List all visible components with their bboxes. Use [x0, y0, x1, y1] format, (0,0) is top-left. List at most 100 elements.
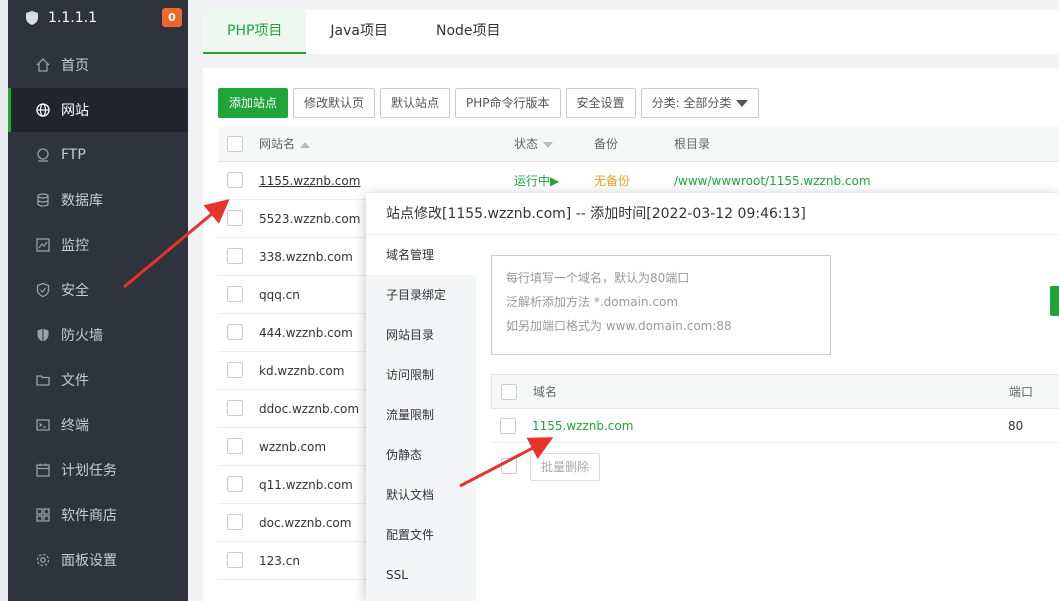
table-row: 1155.wzznb.com 80: [491, 409, 1059, 443]
edit-default-page-button[interactable]: 修改默认页: [293, 88, 376, 118]
sort-desc-icon: [543, 141, 554, 148]
site-edit-dialog: 站点修改[1155.wzznb.com] -- 添加时间[2022-03-12 …: [366, 193, 1059, 601]
window-edge: [0, 0, 8, 601]
domain-input[interactable]: 每行填写一个域名，默认为80端口 泛解析添加方法 *.domain.com 如另…: [491, 255, 831, 355]
row-checkbox[interactable]: [227, 514, 243, 530]
tab-java[interactable]: Java项目: [306, 10, 412, 54]
globe-icon: [35, 102, 51, 118]
domain-link[interactable]: 1155.wzznb.com: [532, 409, 633, 443]
sidebar-item-label: 终端: [61, 418, 89, 434]
site-name-link[interactable]: 1155.wzznb.com: [259, 162, 360, 200]
add-site-button[interactable]: 添加站点: [218, 88, 289, 118]
logo-shield-icon: [26, 11, 38, 25]
default-site-button[interactable]: 默认站点: [380, 88, 451, 118]
nav-traffic-limit[interactable]: 流量限制: [366, 395, 476, 435]
tab-node[interactable]: Node项目: [412, 10, 525, 54]
sidebar-item-website[interactable]: 网站: [8, 88, 188, 132]
sidebar-item-cron[interactable]: 计划任务: [8, 448, 188, 492]
toolbar: 添加站点 修改默认页 默认站点 PHP命令行版本 安全设置 分类: 全部分类: [218, 88, 760, 118]
domain-table-header: 域名 端口: [491, 374, 1059, 409]
nav-site-directory[interactable]: 网站目录: [366, 315, 476, 355]
sidebar-item-terminal[interactable]: 终端: [8, 403, 188, 447]
nav-default-document[interactable]: 默认文档: [366, 475, 476, 515]
sidebar-item-label: 监控: [61, 238, 89, 254]
site-name-link[interactable]: ddoc.wzznb.com: [259, 390, 359, 428]
row-checkbox[interactable]: [227, 362, 243, 378]
terminal-icon: [35, 417, 51, 433]
shield-icon: [35, 282, 51, 298]
row-checkbox[interactable]: [227, 172, 243, 188]
add-domain-button[interactable]: [1050, 286, 1059, 316]
gear-icon: [35, 552, 51, 568]
sidebar-item-home[interactable]: 首页: [8, 43, 188, 87]
site-name-link[interactable]: 123.cn: [259, 542, 300, 580]
placeholder-line: 如另加端口格式为 www.domain.com:88: [506, 319, 732, 333]
monitor-icon: [35, 237, 51, 253]
site-name-link[interactable]: doc.wzznb.com: [259, 504, 351, 542]
row-checkbox[interactable]: [500, 418, 516, 434]
batch-select-checkbox[interactable]: [501, 458, 517, 474]
sort-asc-icon: [300, 141, 311, 148]
dialog-title: 站点修改[1155.wzznb.com] -- 添加时间[2022-03-12 …: [366, 193, 1059, 235]
select-all-checkbox[interactable]: [227, 136, 243, 152]
firewall-icon: [35, 327, 51, 343]
folder-icon: [35, 372, 51, 388]
sidebar-item-label: 计划任务: [61, 463, 117, 479]
sidebar-item-firewall[interactable]: 防火墙: [8, 313, 188, 357]
row-checkbox[interactable]: [227, 438, 243, 454]
sidebar-item-label: 首页: [61, 58, 89, 74]
category-select[interactable]: 分类: 全部分类: [640, 88, 760, 118]
home-icon: [35, 57, 51, 73]
sidebar-item-database[interactable]: 数据库: [8, 178, 188, 222]
sidebar-item-label: 安全: [61, 283, 89, 299]
row-checkbox[interactable]: [227, 210, 243, 226]
sidebar-item-app-store[interactable]: 软件商店: [8, 493, 188, 537]
apps-icon: [35, 507, 51, 523]
site-name-link[interactable]: qqq.cn: [259, 276, 300, 314]
ftp-icon: [35, 147, 51, 163]
nav-ssl[interactable]: SSL: [366, 555, 476, 595]
nav-access-restriction[interactable]: 访问限制: [366, 355, 476, 395]
row-checkbox[interactable]: [227, 552, 243, 568]
domain-port: 80: [1008, 419, 1024, 433]
placeholder-line: 每行填写一个域名，默认为80端口: [506, 271, 690, 285]
column-header-name[interactable]: 网站名: [259, 126, 311, 162]
sidebar-item-label: FTP: [61, 147, 86, 163]
row-checkbox[interactable]: [227, 286, 243, 302]
site-name-link[interactable]: kd.wzznb.com: [259, 352, 344, 390]
site-name-link[interactable]: 338.wzznb.com: [259, 238, 353, 276]
sidebar-item-monitor[interactable]: 监控: [8, 223, 188, 267]
sidebar-item-label: 数据库: [61, 193, 103, 209]
batch-delete-button[interactable]: 批量删除: [530, 453, 601, 481]
sidebar-item-label: 面板设置: [61, 553, 117, 569]
nav-rewrite[interactable]: 伪静态: [366, 435, 476, 475]
row-checkbox[interactable]: [227, 400, 243, 416]
site-name-link[interactable]: 5523.wzznb.com: [259, 200, 360, 238]
sidebar-item-panel-settings[interactable]: 面板设置: [8, 538, 188, 582]
tab-php[interactable]: PHP项目: [203, 10, 307, 54]
column-header-status[interactable]: 状态: [514, 126, 554, 162]
sidebar-item-security[interactable]: 安全: [8, 268, 188, 312]
php-cli-version-button[interactable]: PHP命令行版本: [455, 88, 561, 118]
sidebar-item-ftp[interactable]: FTP: [8, 133, 188, 177]
server-ip: 1.1.1.1: [48, 10, 97, 26]
column-header-backup: 备份: [594, 137, 619, 151]
nav-config-file[interactable]: 配置文件: [366, 515, 476, 555]
column-header-root: 根目录: [674, 137, 711, 151]
select-all-domains-checkbox[interactable]: [501, 384, 517, 400]
site-table-header: 网站名 状态 备份 根目录: [218, 126, 1059, 162]
site-name-link[interactable]: wzznb.com: [259, 428, 326, 466]
site-name-link[interactable]: 444.wzznb.com: [259, 314, 353, 352]
security-settings-button[interactable]: 安全设置: [565, 88, 636, 118]
row-checkbox[interactable]: [227, 324, 243, 340]
nav-domain-management[interactable]: 域名管理: [366, 235, 476, 275]
site-name-link[interactable]: q11.wzznb.com: [259, 466, 353, 504]
notification-badge[interactable]: 0: [162, 8, 182, 27]
chevron-down-icon: [736, 100, 749, 107]
sidebar: 1.1.1.1 0 首页 网站 FTP 数据库 监控 安全 防火墙 文件 终端 …: [0, 0, 188, 601]
row-checkbox[interactable]: [227, 248, 243, 264]
nav-subdirectory-binding[interactable]: 子目录绑定: [366, 275, 476, 315]
sidebar-item-label: 文件: [61, 373, 89, 389]
row-checkbox[interactable]: [227, 476, 243, 492]
sidebar-item-files[interactable]: 文件: [8, 358, 188, 402]
